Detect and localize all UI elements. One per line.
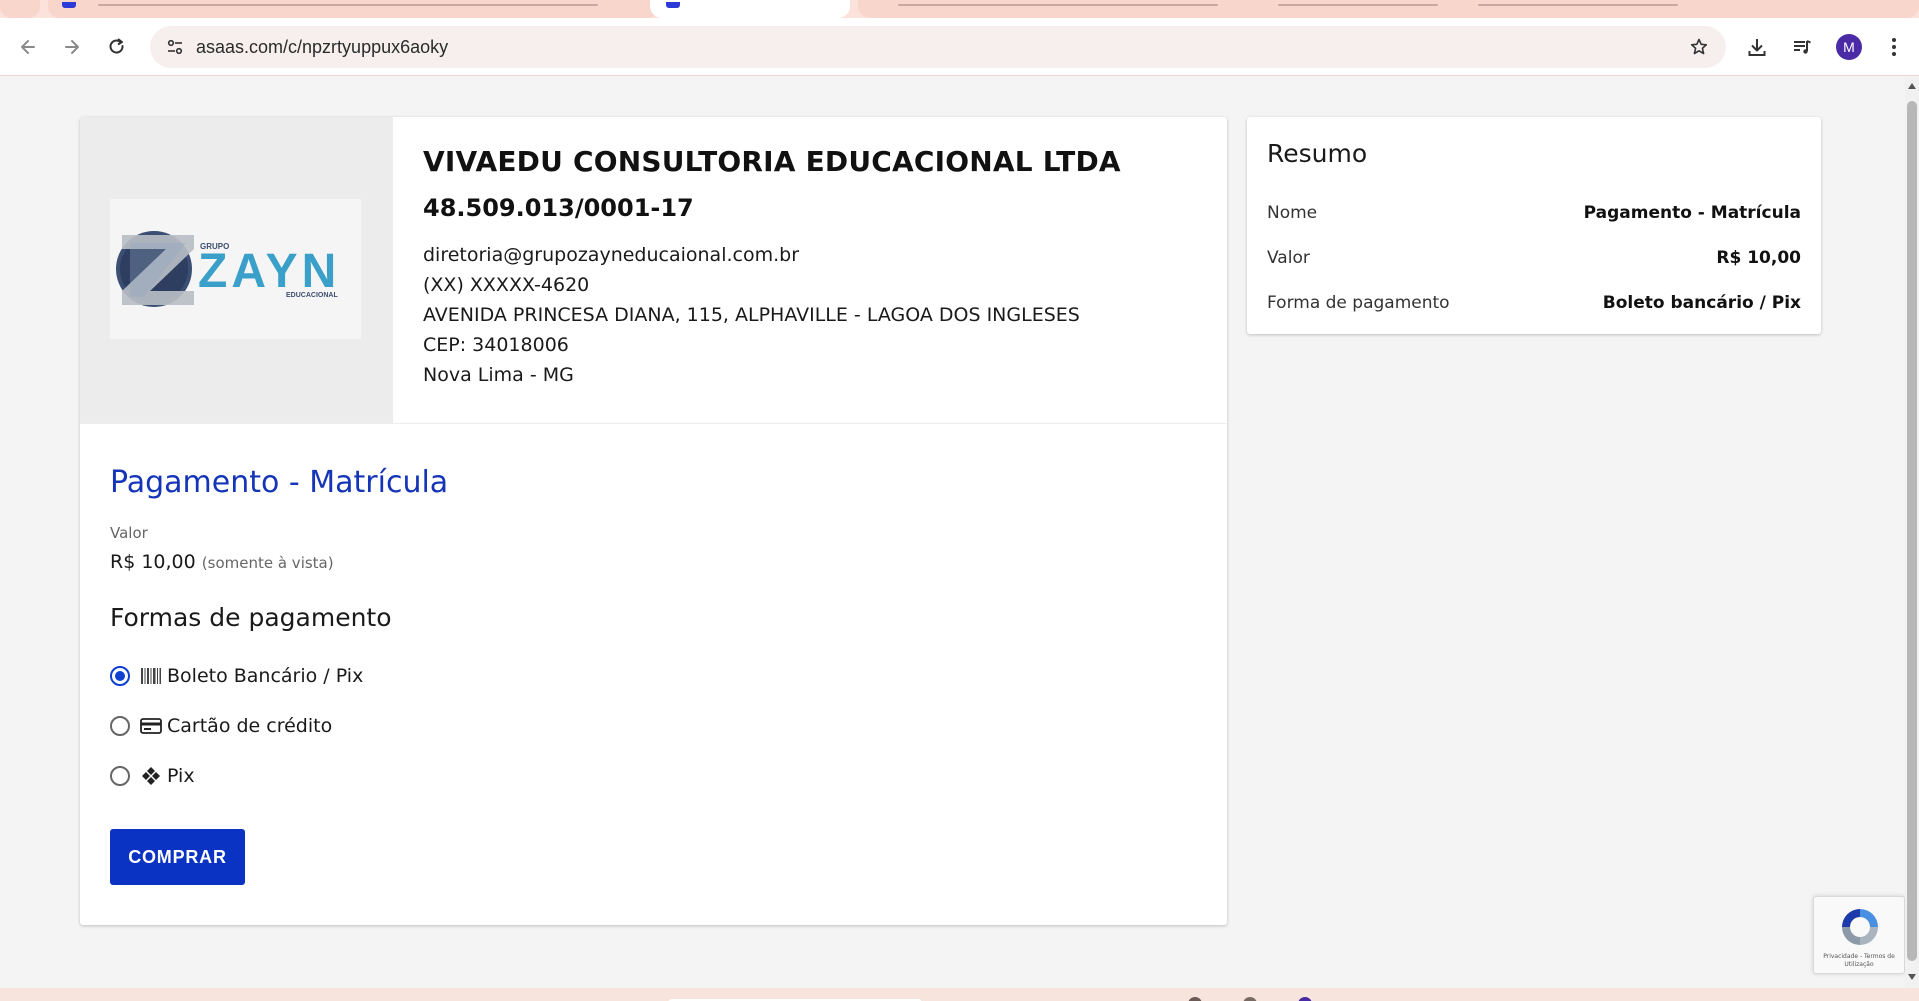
more-menu-button[interactable]	[1877, 30, 1911, 64]
logo-word-text: ZAYN	[198, 245, 340, 298]
page-scrollbar[interactable]	[1905, 77, 1919, 988]
scroll-thumb[interactable]	[1907, 101, 1917, 961]
media-queue-button[interactable]	[1785, 30, 1819, 64]
summary-title: Resumo	[1267, 139, 1368, 168]
site-settings-button[interactable]	[160, 32, 190, 62]
pix-icon	[140, 766, 162, 786]
summary-row: Nome Pagamento - Matrícula	[1267, 201, 1801, 225]
scroll-down-arrow-icon[interactable]	[1907, 972, 1917, 982]
tab-title	[898, 4, 1218, 6]
payment-option-label: Pix	[167, 765, 195, 787]
payment-methods-title: Formas de pagamento	[110, 603, 392, 632]
company-logo: GRUPO ZAYN EDUCACIONAL	[110, 199, 361, 339]
company-phone: (XX) XXXXX-4620	[423, 274, 590, 296]
company-name: VIVAEDU CONSULTORIA EDUCACIONAL LTDA	[423, 145, 1121, 178]
reload-icon	[109, 38, 124, 54]
company-address: AVENIDA PRINCESA DIANA, 115, ALPHAVILLE …	[423, 304, 1080, 326]
summary-value: Boleto bancário / Pix	[1602, 293, 1801, 313]
download-button[interactable]	[1740, 30, 1774, 64]
browser-toolbar: asaas.com/c/npzrtyuppux6aoky M	[0, 18, 1919, 76]
more-menu-icon	[1892, 38, 1896, 56]
section-divider	[80, 423, 1227, 424]
browser-tab[interactable]	[858, 0, 1919, 18]
payment-option-label: Cartão de crédito	[167, 715, 333, 737]
summary-card: Resumo Nome Pagamento - Matrícula Valor …	[1247, 117, 1821, 334]
recaptcha-icon	[1842, 909, 1878, 945]
tab-favicon-icon	[666, 2, 680, 8]
page-viewport: GRUPO ZAYN EDUCACIONAL VIVAEDU CONSULTOR…	[0, 77, 1905, 988]
radio-boleto-pix[interactable]	[110, 666, 130, 686]
bookmark-button[interactable]	[1684, 32, 1714, 62]
payment-title: Pagamento - Matrícula	[110, 465, 449, 500]
avatar: M	[1836, 34, 1862, 60]
summary-value: Pagamento - Matrícula	[1583, 203, 1801, 223]
payment-option-credit-card[interactable]: Cartão de crédito	[110, 712, 332, 740]
value-amount: R$ 10,00	[110, 551, 196, 573]
logo-panel: GRUPO ZAYN EDUCACIONAL	[80, 117, 393, 423]
payment-option-label: Boleto Bancário / Pix	[167, 665, 364, 687]
tab-favicon-icon	[62, 2, 76, 8]
company-info: VIVAEDU CONSULTORIA EDUCACIONAL LTDA 48.…	[423, 145, 1121, 390]
summary-row: Valor R$ 10,00	[1267, 246, 1801, 270]
tab-title	[1478, 4, 1678, 6]
browser-tab[interactable]	[48, 0, 660, 18]
url-text[interactable]: asaas.com/c/npzrtyuppux6aoky	[196, 26, 448, 68]
radio-pix[interactable]	[110, 766, 130, 786]
buy-button[interactable]: COMPRAR	[110, 829, 245, 885]
zayn-logo-graphic: GRUPO ZAYN EDUCACIONAL	[116, 231, 340, 307]
value-line: R$ 10,00 (somente à vista)	[110, 551, 334, 573]
site-settings-icon	[167, 39, 183, 55]
media-queue-icon	[1794, 40, 1811, 54]
company-cep: CEP: 34018006	[423, 334, 569, 356]
bottom-bar	[0, 988, 1919, 1001]
back-button[interactable]	[11, 30, 45, 64]
browser-tab-active[interactable]	[650, 0, 850, 18]
reload-button[interactable]	[100, 30, 134, 64]
company-email: diretoria@grupozayneducaional.com.br	[423, 244, 800, 266]
address-bar[interactable]: asaas.com/c/npzrtyuppux6aoky	[150, 26, 1726, 68]
download-icon	[1748, 39, 1766, 56]
browser-tab[interactable]	[0, 0, 40, 18]
profile-button[interactable]: M	[1832, 30, 1866, 64]
company-city: Nova Lima - MG	[423, 364, 574, 386]
bottom-bar-icon[interactable]	[1298, 997, 1312, 1001]
forward-button[interactable]	[55, 30, 89, 64]
bottom-bar-icon[interactable]	[1188, 997, 1202, 1001]
tab-title	[1278, 4, 1438, 6]
back-icon	[21, 40, 35, 54]
scroll-up-arrow-icon[interactable]	[1907, 81, 1917, 91]
recaptcha-text[interactable]: Privacidade - Termos de Utilização	[1814, 953, 1904, 969]
recaptcha-badge[interactable]: Privacidade - Termos de Utilização	[1813, 896, 1905, 974]
value-label: Valor	[110, 524, 148, 542]
barcode-icon	[140, 666, 162, 686]
tab-title	[98, 4, 598, 6]
summary-value: R$ 10,00	[1716, 248, 1801, 268]
value-note: (somente à vista)	[201, 554, 334, 572]
radio-credit-card[interactable]	[110, 716, 130, 736]
browser-tab-strip	[0, 0, 1919, 18]
summary-label: Valor	[1267, 248, 1310, 268]
summary-row: Forma de pagamento Boleto bancário / Pix	[1267, 291, 1801, 315]
credit-card-icon	[140, 716, 162, 736]
logo-sub-text: EDUCACIONAL	[286, 292, 338, 299]
bookmark-star-icon	[1690, 38, 1708, 55]
payment-option-pix[interactable]: Pix	[110, 762, 195, 790]
checkout-card: GRUPO ZAYN EDUCACIONAL VIVAEDU CONSULTOR…	[80, 117, 1227, 925]
payment-option-boleto-pix[interactable]: Boleto Bancário / Pix	[110, 662, 363, 690]
summary-label: Forma de pagamento	[1267, 293, 1450, 313]
forward-icon	[65, 40, 79, 54]
bottom-bar-icon[interactable]	[1243, 997, 1257, 1001]
company-document: 48.509.013/0001-17	[423, 194, 694, 222]
summary-label: Nome	[1267, 203, 1318, 223]
